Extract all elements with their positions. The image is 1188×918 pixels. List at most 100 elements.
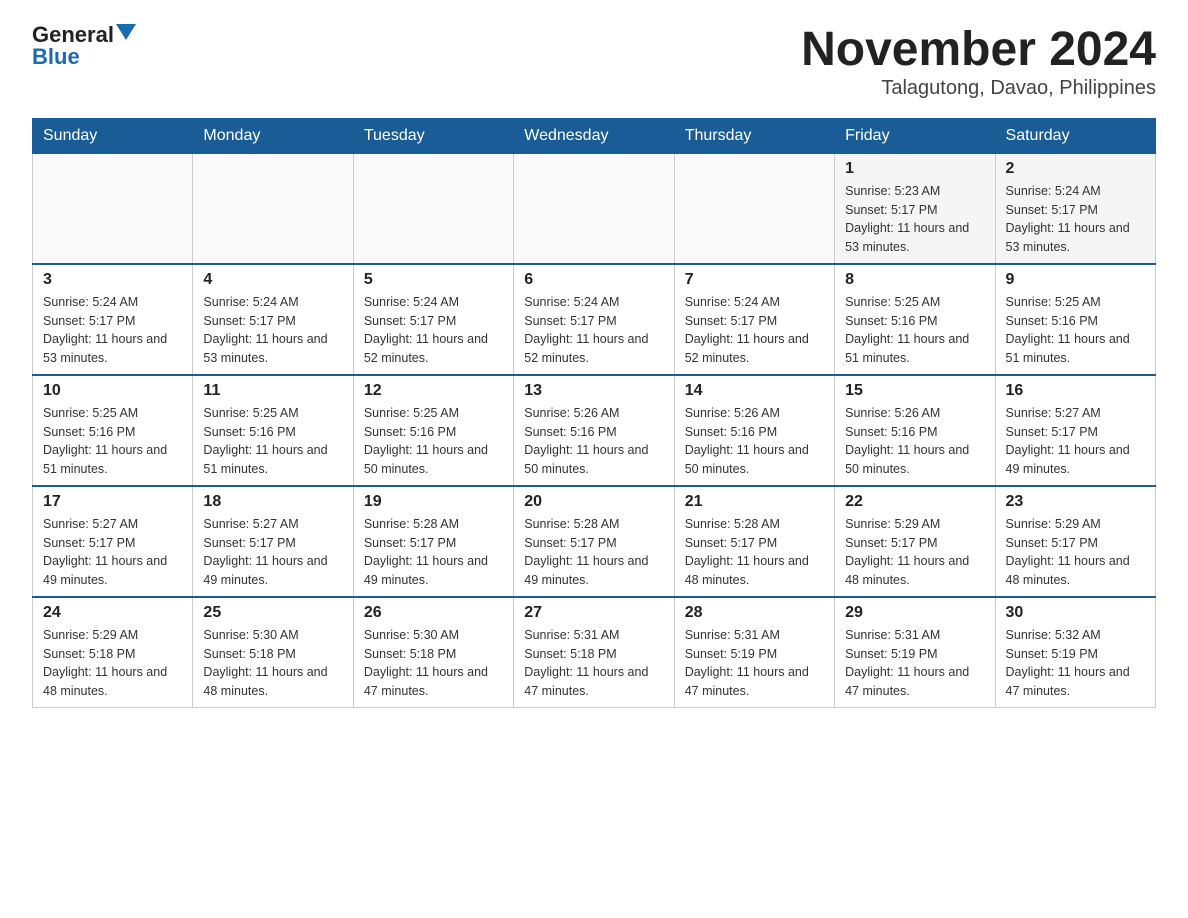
day-number: 19 [364,493,503,511]
calendar-cell: 17Sunrise: 5:27 AMSunset: 5:17 PMDayligh… [33,486,193,597]
logo-triangle-icon [116,24,136,40]
calendar-header-row: SundayMondayTuesdayWednesdayThursdayFrid… [33,118,1156,153]
calendar-cell: 2Sunrise: 5:24 AMSunset: 5:17 PMDaylight… [995,153,1155,264]
title-block: November 2024 Talagutong, Davao, Philipp… [801,24,1156,100]
calendar-cell: 20 Sunrise: 5:28 AMSunset: 5:17 PMDayligh… [514,486,674,597]
calendar-table: SundayMondayTuesdayWednesdayThursdayFrid… [32,118,1156,708]
calendar-cell: 3 Sunrise: 5:24 AMSunset: 5:17 PMDaylight… [33,264,193,375]
day-info: Sunrise: 5:25 AMSunset: 5:16 PMDaylight:… [845,293,984,368]
day-number: 5 [364,271,503,289]
calendar-cell [674,153,834,264]
calendar-week-row: 10 Sunrise: 5:25 AMSunset: 5:16 PMDayligh… [33,375,1156,486]
day-number: 12 [364,382,503,400]
calendar-header-thursday: Thursday [674,118,834,153]
calendar-cell: 25 Sunrise: 5:30 AMSunset: 5:18 PMDayligh… [193,597,353,708]
day-number: 3 [43,271,182,289]
day-number: 9 [1006,271,1145,289]
calendar-cell: 26 Sunrise: 5:30 AMSunset: 5:18 PMDayligh… [353,597,513,708]
calendar-cell: 8 Sunrise: 5:25 AMSunset: 5:16 PMDaylight… [835,264,995,375]
calendar-week-row: 1Sunrise: 5:23 AMSunset: 5:17 PMDaylight… [33,153,1156,264]
day-number: 30 [1006,604,1145,622]
day-number: 14 [685,382,824,400]
calendar-cell: 16 Sunrise: 5:27 AMSunset: 5:17 PMDayligh… [995,375,1155,486]
day-info: Sunrise: 5:24 AMSunset: 5:17 PMDaylight:… [203,293,342,368]
day-number: 11 [203,382,342,400]
calendar-cell: 10 Sunrise: 5:25 AMSunset: 5:16 PMDayligh… [33,375,193,486]
day-number: 4 [203,271,342,289]
day-info: Sunrise: 5:31 AMSunset: 5:18 PMDaylight:… [524,626,663,701]
calendar-cell: 30Sunrise: 5:32 AMSunset: 5:19 PMDayligh… [995,597,1155,708]
logo: General Blue [32,24,136,68]
calendar-week-row: 24 Sunrise: 5:29 AMSunset: 5:18 PMDayligh… [33,597,1156,708]
calendar-title: November 2024 [801,24,1156,77]
day-number: 17 [43,493,182,511]
day-info: Sunrise: 5:24 AMSunset: 5:17 PMDaylight:… [43,293,182,368]
day-number: 10 [43,382,182,400]
day-number: 18 [203,493,342,511]
calendar-header-monday: Monday [193,118,353,153]
day-info: Sunrise: 5:28 AMSunset: 5:17 PMDaylight:… [524,515,663,590]
logo-blue-text: Blue [32,46,80,68]
day-info: Sunrise: 5:25 AMSunset: 5:16 PMDaylight:… [43,404,182,479]
day-info: Sunrise: 5:30 AMSunset: 5:18 PMDaylight:… [364,626,503,701]
day-info: Sunrise: 5:25 AMSunset: 5:16 PMDaylight:… [364,404,503,479]
day-info: Sunrise: 5:28 AMSunset: 5:17 PMDaylight:… [685,515,824,590]
calendar-cell: 28Sunrise: 5:31 AMSunset: 5:19 PMDayligh… [674,597,834,708]
day-number: 22 [845,493,984,511]
calendar-week-row: 17 Sunrise: 5:27 AMSunset: 5:17 PMDayligh… [33,486,1156,597]
calendar-cell [514,153,674,264]
day-info: Sunrise: 5:23 AMSunset: 5:17 PMDaylight:… [845,182,984,257]
day-info: Sunrise: 5:27 AMSunset: 5:17 PMDaylight:… [203,515,342,590]
calendar-cell: 18 Sunrise: 5:27 AMSunset: 5:17 PMDayligh… [193,486,353,597]
calendar-cell: 23 Sunrise: 5:29 AMSunset: 5:17 PMDayligh… [995,486,1155,597]
calendar-cell: 19 Sunrise: 5:28 AMSunset: 5:17 PMDayligh… [353,486,513,597]
day-info: Sunrise: 5:26 AMSunset: 5:16 PMDaylight:… [685,404,824,479]
day-number: 25 [203,604,342,622]
day-info: Sunrise: 5:25 AMSunset: 5:16 PMDaylight:… [203,404,342,479]
calendar-cell [33,153,193,264]
calendar-header-sunday: Sunday [33,118,193,153]
day-info: Sunrise: 5:26 AMSunset: 5:16 PMDaylight:… [845,404,984,479]
calendar-cell: 1Sunrise: 5:23 AMSunset: 5:17 PMDaylight… [835,153,995,264]
day-info: Sunrise: 5:24 AMSunset: 5:17 PMDaylight:… [524,293,663,368]
day-info: Sunrise: 5:30 AMSunset: 5:18 PMDaylight:… [203,626,342,701]
calendar-cell: 11 Sunrise: 5:25 AMSunset: 5:16 PMDayligh… [193,375,353,486]
calendar-week-row: 3 Sunrise: 5:24 AMSunset: 5:17 PMDaylight… [33,264,1156,375]
day-info: Sunrise: 5:28 AMSunset: 5:17 PMDaylight:… [364,515,503,590]
calendar-cell: 15 Sunrise: 5:26 AMSunset: 5:16 PMDayligh… [835,375,995,486]
day-info: Sunrise: 5:31 AMSunset: 5:19 PMDaylight:… [685,626,824,701]
calendar-cell: 4 Sunrise: 5:24 AMSunset: 5:17 PMDaylight… [193,264,353,375]
day-info: Sunrise: 5:29 AMSunset: 5:17 PMDaylight:… [845,515,984,590]
day-number: 13 [524,382,663,400]
day-info: Sunrise: 5:24 AMSunset: 5:17 PMDaylight:… [685,293,824,368]
calendar-cell [193,153,353,264]
calendar-header-wednesday: Wednesday [514,118,674,153]
day-number: 24 [43,604,182,622]
logo-general-text: General [32,24,114,46]
day-number: 20 [524,493,663,511]
day-info: Sunrise: 5:26 AMSunset: 5:16 PMDaylight:… [524,404,663,479]
day-info: Sunrise: 5:29 AMSunset: 5:18 PMDaylight:… [43,626,182,701]
day-number: 6 [524,271,663,289]
day-number: 16 [1006,382,1145,400]
calendar-cell: 22 Sunrise: 5:29 AMSunset: 5:17 PMDayligh… [835,486,995,597]
day-number: 23 [1006,493,1145,511]
calendar-cell [353,153,513,264]
calendar-cell: 27 Sunrise: 5:31 AMSunset: 5:18 PMDayligh… [514,597,674,708]
day-number: 27 [524,604,663,622]
calendar-cell: 21Sunrise: 5:28 AMSunset: 5:17 PMDayligh… [674,486,834,597]
day-info: Sunrise: 5:27 AMSunset: 5:17 PMDaylight:… [1006,404,1145,479]
calendar-cell: 14 Sunrise: 5:26 AMSunset: 5:16 PMDayligh… [674,375,834,486]
calendar-cell: 24 Sunrise: 5:29 AMSunset: 5:18 PMDayligh… [33,597,193,708]
day-number: 8 [845,271,984,289]
day-info: Sunrise: 5:29 AMSunset: 5:17 PMDaylight:… [1006,515,1145,590]
day-number: 26 [364,604,503,622]
day-number: 2 [1006,160,1145,178]
day-info: Sunrise: 5:24 AMSunset: 5:17 PMDaylight:… [364,293,503,368]
day-number: 15 [845,382,984,400]
day-info: Sunrise: 5:31 AMSunset: 5:19 PMDaylight:… [845,626,984,701]
calendar-header-friday: Friday [835,118,995,153]
calendar-cell: 29Sunrise: 5:31 AMSunset: 5:19 PMDayligh… [835,597,995,708]
day-number: 7 [685,271,824,289]
calendar-cell: 9Sunrise: 5:25 AMSunset: 5:16 PMDaylight… [995,264,1155,375]
